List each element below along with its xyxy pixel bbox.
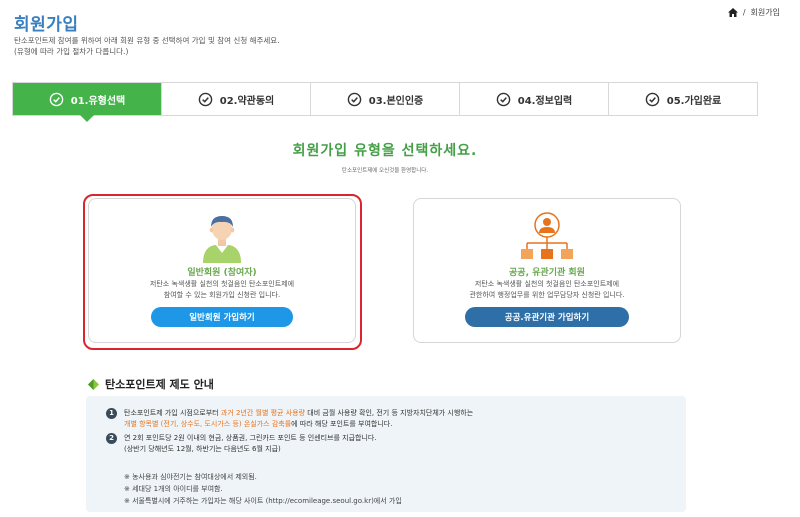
description-line-1: 탄소포인트제 참여를 위하여 아래 회원 유형 중 선택하여 가입 및 참여 신… xyxy=(14,36,280,45)
step-info-input: 04.정보입력 xyxy=(459,83,608,115)
guide-item-1: 1 탄소포인트제 가입 시점으로부터 과거 2년간 월별 평균 사용량 대비 금… xyxy=(106,408,473,430)
main-heading: 회원가입 유형을 선택하세요. xyxy=(292,143,478,159)
breadcrumb-separator: / xyxy=(742,8,746,17)
step-signup-complete: 05.가입완료 xyxy=(608,83,757,115)
check-circle-icon xyxy=(198,92,213,106)
check-circle-icon xyxy=(49,92,64,106)
guide-item-2: 2 연 2회 포인트당 2원 이내의 현금, 상품권, 그린카드 포인트 등 인… xyxy=(106,433,377,455)
public-card-title: 공공, 유관기관 회원 xyxy=(509,268,585,278)
general-card-desc-line-1: 저탄소 녹색생활 실천의 첫걸음인 탄소포인트제에 xyxy=(149,280,295,288)
check-circle-icon xyxy=(645,92,660,106)
guide-heading: 탄소포인트제 제도 안내 xyxy=(88,376,214,392)
guide-item-2-line-1: 연 2회 포인트당 2원 이내의 현금, 상품권, 그린카드 포인트 등 인센티… xyxy=(124,434,377,442)
public-card-desc-line-1: 저탄소 녹색생활 실천의 첫걸음인 탄소포인트제에 xyxy=(474,280,620,288)
organization-chart-icon xyxy=(521,212,573,259)
step-label: 02.약관동의 xyxy=(219,95,275,107)
general-card-description: 저탄소 녹색생활 실천의 첫걸음인 탄소포인트제에 참여할 수 있는 회원가입 … xyxy=(99,279,345,301)
general-signup-button[interactable]: 일반회원 가입하기 xyxy=(151,307,293,327)
guide-item-1-highlight-2: 개별 항목별 (전기, 상수도, 도시가스 등) 온실가스 감축률 xyxy=(124,420,292,428)
step-label: 04.정보입력 xyxy=(517,95,573,107)
guide-item-1-text-c: 에 따라 해당 포인트를 부여합니다. xyxy=(291,420,393,428)
guide-item-2-line-2: (상반기 당해년도 12월, 하반기는 다음년도 6월 지급) xyxy=(124,445,281,453)
leaf-icon xyxy=(88,378,99,390)
guide-item-2-text: 연 2회 포인트당 2원 이내의 현금, 상품권, 그린카드 포인트 등 인센티… xyxy=(124,433,377,455)
step-label: 05.가입완료 xyxy=(666,95,722,107)
main-subheading: 탄소포인트제에 오신것을 환영합니다. xyxy=(341,168,429,174)
general-member-card: 일반회원 (참여자) 저탄소 녹색생활 실천의 첫걸음인 탄소포인트제에 참여할… xyxy=(88,198,356,343)
guide-note-1: ※ 농사용과 심야전기는 참여대상에서 제외됨. xyxy=(124,473,257,481)
step-terms-agree: 02.약관동의 xyxy=(161,83,310,115)
general-card-desc-line-2: 참여할 수 있는 회원가입 신청란 입니다. xyxy=(163,291,281,299)
public-agency-signup-button[interactable]: 공공.유관기관 가입하기 xyxy=(465,307,629,327)
public-card-description: 저탄소 녹색생활 실천의 첫걸음인 탄소포인트제에 관한하여 행정업무를 위한 … xyxy=(424,279,670,301)
signup-steps: 01.유형선택 02.약관동의 03.본인인증 04.정보입력 05.가입완료 xyxy=(12,82,758,122)
page-description: 탄소포인트제 참여를 위하여 아래 회원 유형 중 선택하여 가입 및 참여 신… xyxy=(14,35,280,57)
guide-item-1-text: 탄소포인트제 가입 시점으로부터 과거 2년간 월별 평균 사용량 대비 금월 … xyxy=(124,408,473,430)
guide-item-1-highlight: 과거 2년간 월별 평균 사용량 xyxy=(220,409,306,417)
guide-box: 1 탄소포인트제 가입 시점으로부터 과거 2년간 월별 평균 사용량 대비 금… xyxy=(86,396,686,512)
public-agency-card: 공공, 유관기관 회원 저탄소 녹색생활 실천의 첫걸음인 탄소포인트제에 관한… xyxy=(413,198,681,343)
number-badge-2-icon: 2 xyxy=(106,433,117,444)
guide-item-1-text-b: 대비 금월 사용량 확인, 전기 등 지방자치단체가 시행하는 xyxy=(305,409,474,417)
breadcrumb-current: 회원가입 xyxy=(750,8,780,17)
breadcrumb: / 회원가입 xyxy=(727,7,780,18)
step-type-select: 01.유형선택 xyxy=(13,83,161,122)
public-card-desc-line-2: 관한하여 행정업무를 위한 업무담당자 신청란 입니다. xyxy=(469,291,625,299)
home-icon[interactable] xyxy=(727,8,738,17)
step-label: 01.유형선택 xyxy=(70,95,126,107)
check-circle-icon xyxy=(347,92,362,106)
number-badge-1-icon: 1 xyxy=(106,408,117,419)
check-circle-icon xyxy=(496,92,511,106)
description-line-2: (유형에 따라 가입 절차가 다릅니다.) xyxy=(14,47,129,56)
general-card-title: 일반회원 (참여자) xyxy=(187,268,257,278)
person-avatar-icon xyxy=(203,216,241,263)
guide-note-2: ※ 세대당 1개의 아이디를 부여함. xyxy=(124,485,223,493)
step-label: 03.본인인증 xyxy=(368,95,424,107)
guide-heading-text: 탄소포인트제 제도 안내 xyxy=(105,378,214,391)
step-identity-verify: 03.본인인증 xyxy=(310,83,459,115)
page-title: 회원가입 xyxy=(14,15,79,35)
guide-item-1-text-a: 탄소포인트제 가입 시점으로부터 xyxy=(124,409,221,417)
guide-note-3: ※ 서울특별시에 거주하는 가입자는 해당 사이트 (http://ecomil… xyxy=(124,497,402,505)
